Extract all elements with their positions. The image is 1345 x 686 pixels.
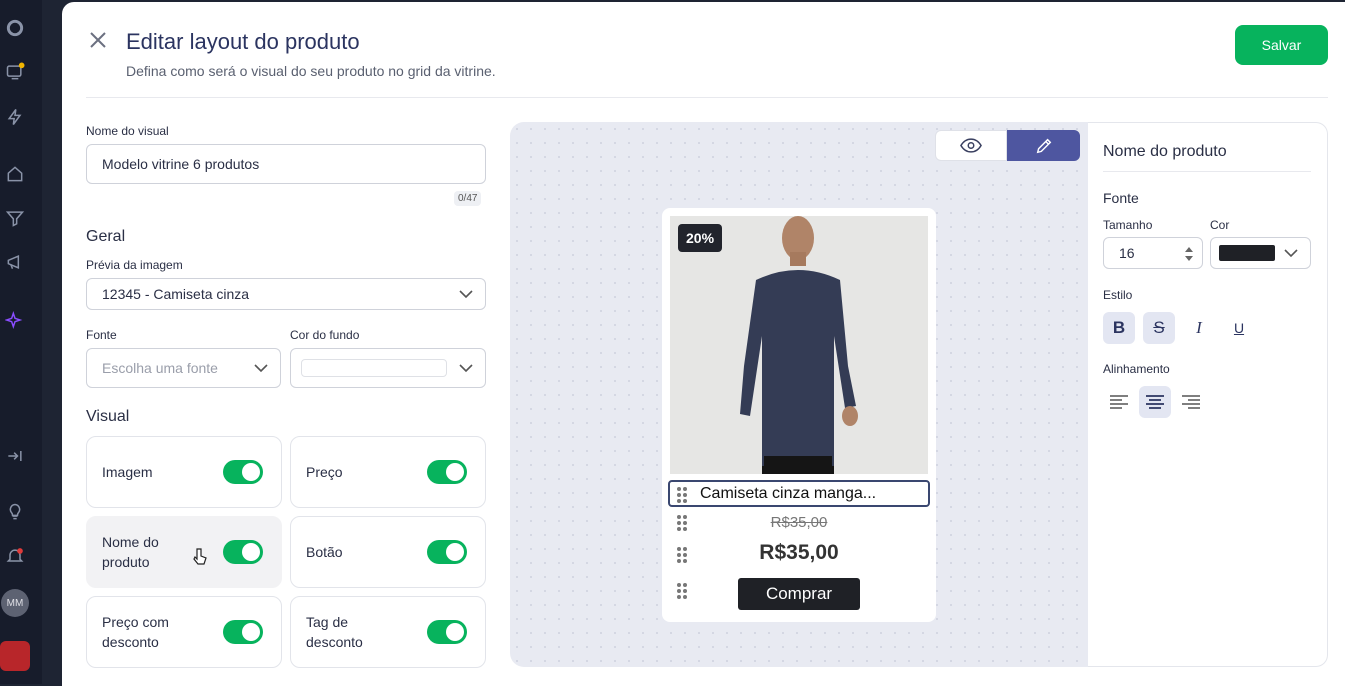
chevron-down-icon <box>254 364 268 373</box>
toggle-label: Imagem <box>102 464 153 480</box>
pencil-icon <box>1036 138 1051 153</box>
discount-price-toggle[interactable] <box>223 620 263 644</box>
underline-icon: U <box>1233 320 1245 336</box>
style-label: Estilo <box>1103 288 1133 302</box>
color-label: Cor <box>1210 218 1230 232</box>
preview-image-select[interactable]: 12345 - Camiseta cinza <box>86 278 486 310</box>
current-price[interactable]: R$35,00 <box>662 541 936 565</box>
chevron-down-icon <box>459 290 473 299</box>
font-size-value: 16 <box>1119 245 1135 261</box>
general-heading: Geral <box>86 228 126 245</box>
toggle-card-discount-tag[interactable]: Tag de desconto <box>290 596 486 668</box>
drag-handle-icon[interactable] <box>676 582 688 600</box>
properties-divider <box>1103 171 1311 172</box>
text-color-select[interactable] <box>1210 237 1311 269</box>
bolt-icon[interactable] <box>3 105 27 129</box>
visual-name-input[interactable]: Modelo vitrine 6 produtos <box>86 144 486 184</box>
font-select[interactable]: Escolha uma fonte <box>86 348 281 388</box>
filter-icon[interactable] <box>3 206 27 230</box>
header-divider <box>86 97 1328 98</box>
toggle-card-product-name[interactable]: Nome do produto <box>86 516 282 588</box>
visual-heading: Visual <box>86 408 130 425</box>
store-icon[interactable] <box>3 60 27 84</box>
app-sidebar: MM <box>0 0 42 684</box>
font-size-stepper[interactable]: 16 <box>1103 237 1203 269</box>
color-swatch <box>301 359 447 377</box>
store-logo[interactable] <box>0 641 30 671</box>
properties-title: Nome do produto <box>1103 143 1227 160</box>
page-subtitle: Defina como será o visual do seu produto… <box>126 63 496 79</box>
preview-mode-button[interactable] <box>935 130 1007 161</box>
product-card: 20% Camiseta cinza manga... R$35,00 R$35… <box>662 208 936 622</box>
align-center-icon <box>1146 395 1164 409</box>
align-left-icon <box>1110 395 1128 409</box>
italic-icon: I <box>1196 318 1202 337</box>
toggle-label: Nome do produto <box>102 534 159 570</box>
toggle-label: Preço <box>306 464 343 480</box>
eye-icon <box>960 138 982 153</box>
buy-button[interactable]: Comprar <box>738 578 860 610</box>
underline-button[interactable]: U <box>1223 312 1255 344</box>
strikethrough-icon: S <box>1153 318 1165 337</box>
button-toggle[interactable] <box>427 540 467 564</box>
edit-mode-button[interactable] <box>1007 130 1080 161</box>
char-counter: 0/47 <box>454 191 482 206</box>
page-title: Editar layout do produto <box>126 29 360 54</box>
avatar[interactable]: MM <box>1 589 29 617</box>
toggle-card-image[interactable]: Imagem <box>86 436 282 508</box>
collapse-icon[interactable] <box>3 444 27 468</box>
visual-name-label: Nome do visual <box>86 124 169 138</box>
discount-tag-toggle[interactable] <box>427 620 467 644</box>
preview-canvas: 20% Camiseta cinza manga... R$35,00 R$35… <box>510 122 1088 667</box>
align-right-button[interactable] <box>1175 386 1207 418</box>
price-toggle[interactable] <box>427 460 467 484</box>
toggle-card-price[interactable]: Preço <box>290 436 486 508</box>
properties-panel: Nome do produto Fonte Tamanho 16 Cor Est… <box>1088 122 1328 667</box>
save-button[interactable]: Salvar <box>1235 25 1328 65</box>
italic-button[interactable]: I <box>1183 312 1215 344</box>
sparkles-icon[interactable] <box>3 308 27 332</box>
toggle-card-button[interactable]: Botão <box>290 516 486 588</box>
bg-color-label: Cor do fundo <box>290 328 360 342</box>
size-label: Tamanho <box>1103 218 1153 232</box>
font-label: Fonte <box>86 328 117 342</box>
bell-icon[interactable] <box>3 544 27 568</box>
strikethrough-button[interactable]: S <box>1143 312 1175 344</box>
toggle-label: Preço com desconto <box>102 614 169 650</box>
drag-handle-icon[interactable] <box>676 486 688 504</box>
image-toggle[interactable] <box>223 460 263 484</box>
preview-image-value: 12345 - Camiseta cinza <box>102 286 250 302</box>
alignment-label: Alinhamento <box>1103 362 1170 376</box>
old-price[interactable]: R$35,00 <box>662 514 936 531</box>
align-right-icon <box>1182 395 1200 409</box>
product-photo <box>670 216 928 474</box>
align-center-button[interactable] <box>1139 386 1171 418</box>
home-icon[interactable] <box>3 162 27 186</box>
close-icon[interactable] <box>88 30 108 50</box>
lightbulb-icon[interactable] <box>3 500 27 524</box>
pointer-cursor-icon <box>193 548 207 565</box>
product-image[interactable]: 20% <box>670 216 928 474</box>
chevron-down-icon <box>459 364 473 373</box>
preview-image-label: Prévia da imagem <box>86 258 183 272</box>
product-name-element[interactable]: Camiseta cinza manga... <box>668 480 930 507</box>
bold-icon: B <box>1112 318 1126 337</box>
discount-badge[interactable]: 20% <box>678 224 723 252</box>
font-placeholder: Escolha uma fonte <box>102 360 218 376</box>
logo-icon[interactable] <box>3 16 27 40</box>
edit-layout-modal: Editar layout do produto Defina como ser… <box>62 2 1345 686</box>
font-section-heading: Fonte <box>1103 190 1139 206</box>
product-name-toggle[interactable] <box>223 540 263 564</box>
align-left-button[interactable] <box>1103 386 1135 418</box>
text-color-swatch <box>1219 245 1275 261</box>
bold-button[interactable]: B <box>1103 312 1135 344</box>
bg-color-select[interactable] <box>290 348 486 388</box>
toggle-label: Tag de desconto <box>306 614 363 650</box>
megaphone-icon[interactable] <box>3 250 27 274</box>
toggle-label: Botão <box>306 544 343 560</box>
visual-name-value: Modelo vitrine 6 produtos <box>102 156 260 172</box>
toggle-card-discount-price[interactable]: Preço com desconto <box>86 596 282 668</box>
chevron-down-icon <box>1284 249 1298 258</box>
stepper-arrows-icon[interactable] <box>1184 245 1194 263</box>
